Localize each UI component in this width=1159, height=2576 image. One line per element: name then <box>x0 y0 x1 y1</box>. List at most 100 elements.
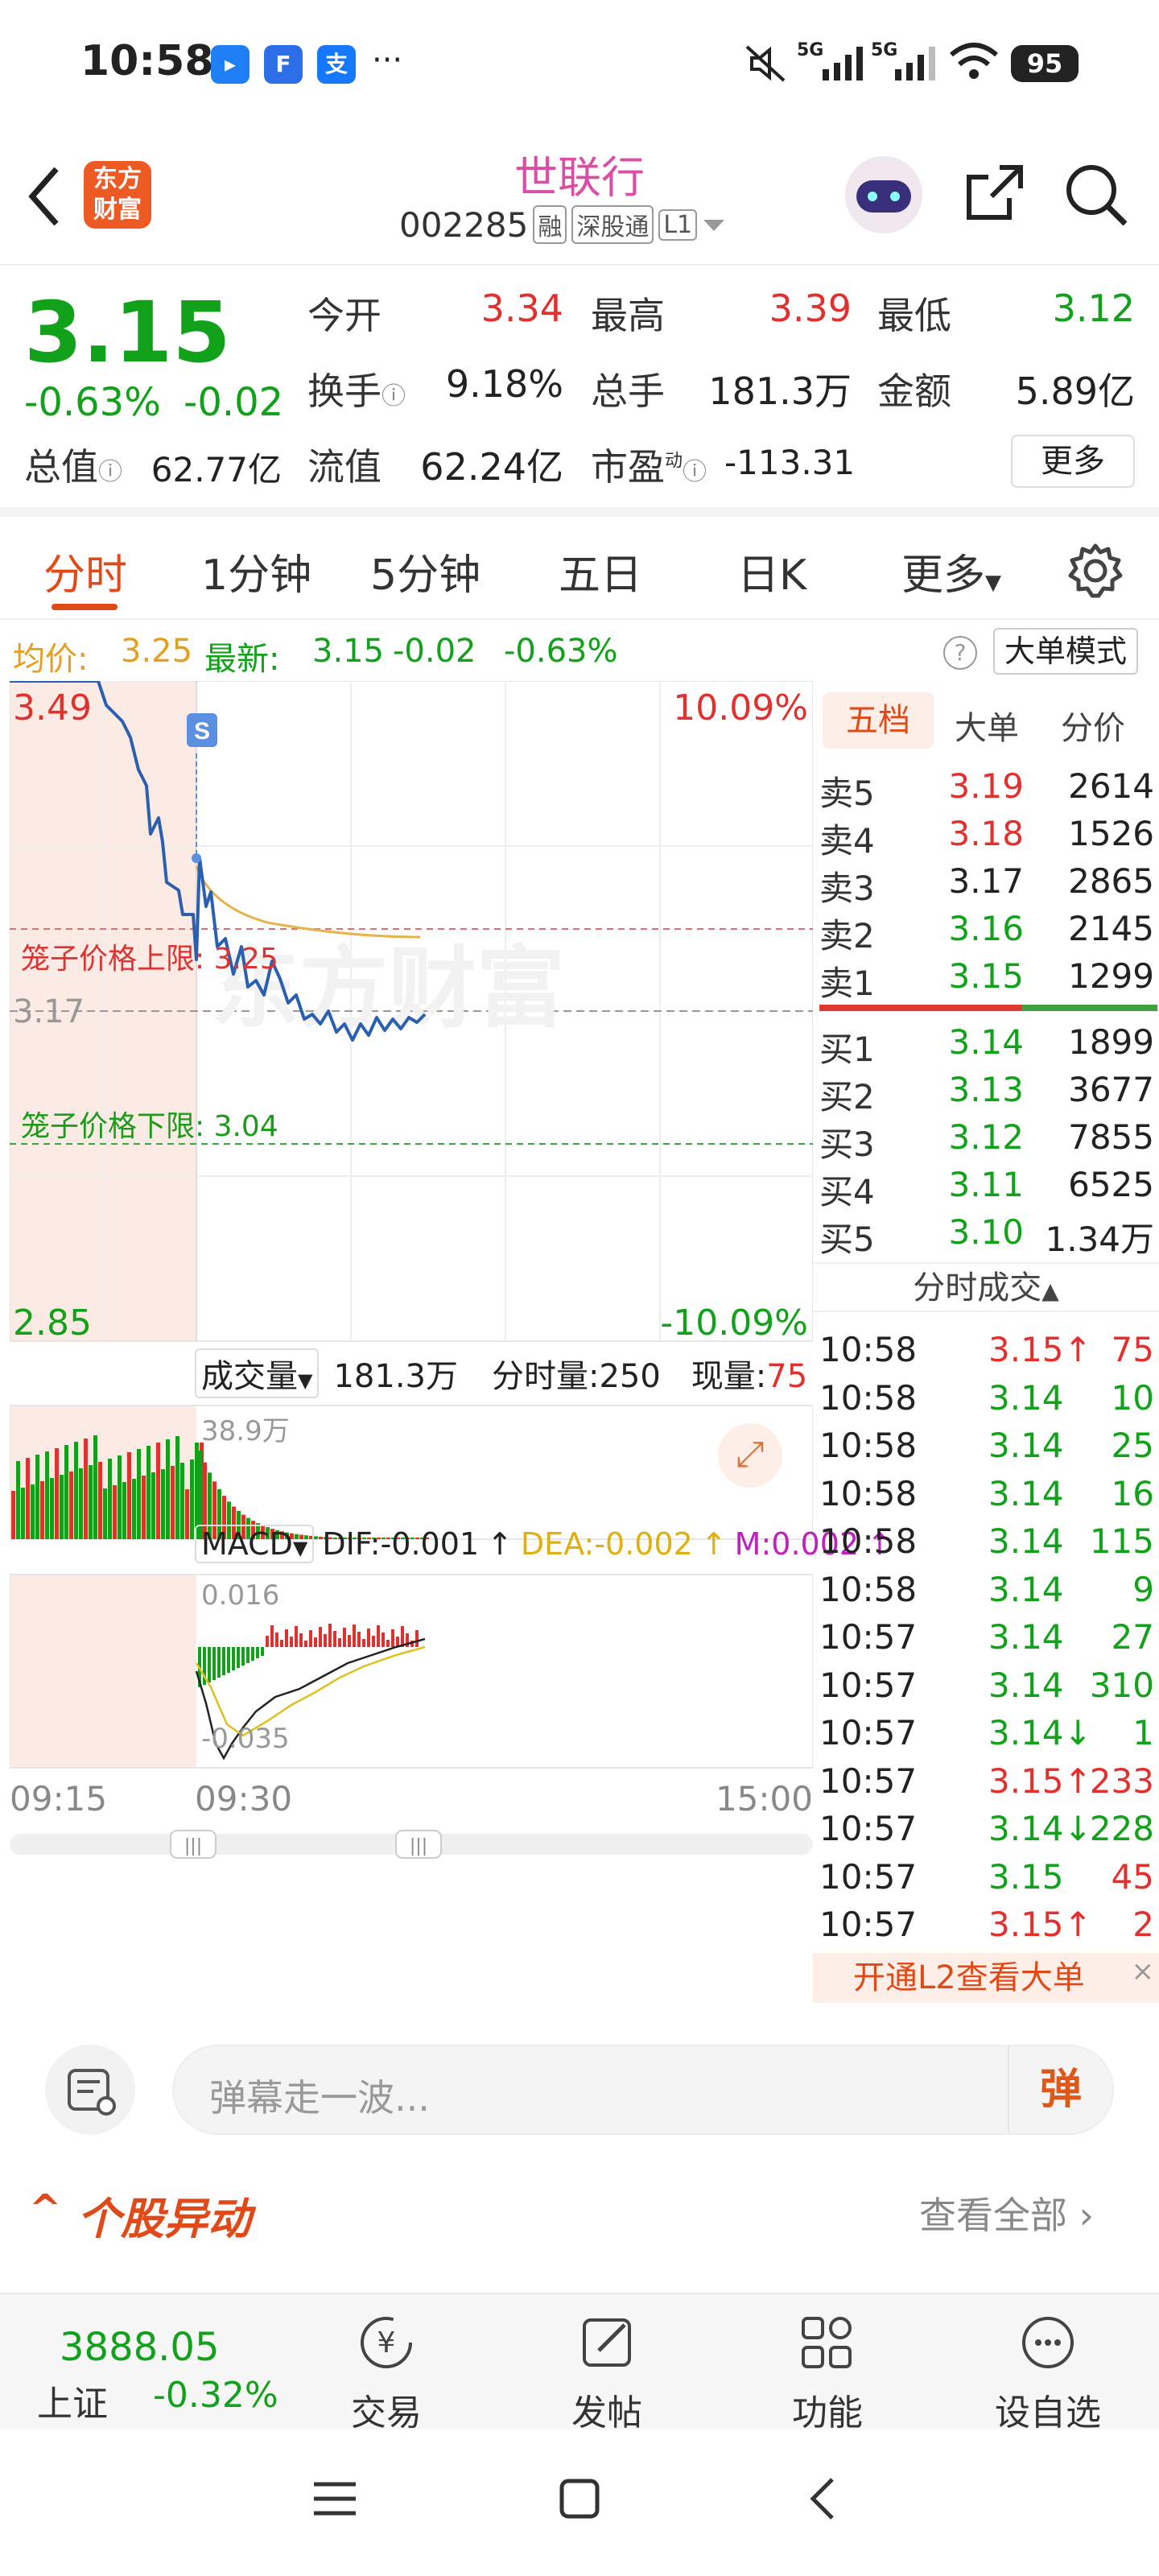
share-icon[interactable] <box>963 161 1027 225</box>
upper-cage-label: 笼子价格上限: 3.25 <box>21 943 278 976</box>
ask-level-row: 卖1 3.15 1299 <box>819 952 1157 1003</box>
tick-time: 10:57 <box>819 1617 918 1657</box>
eastmoney-logo[interactable]: 东方 财富 <box>84 161 151 229</box>
level-price: 3.15 <box>948 956 1024 996</box>
l2-upgrade-banner[interactable]: 开通L2查看大单 × <box>813 1953 1159 2003</box>
level-volume: 3677 <box>1068 1070 1154 1109</box>
stock-code-row[interactable]: 002285 融 深股通 L1 <box>399 204 726 245</box>
macd-bar <box>256 1647 259 1658</box>
more-notifications: ··· <box>372 42 403 79</box>
tab-5min[interactable]: 5分钟 <box>370 541 481 601</box>
menu-icon[interactable] <box>311 2475 359 2523</box>
back-icon[interactable] <box>800 2475 848 2523</box>
stock-header: 东方 财富 世联行 002285 融 深股通 L1 <box>0 129 1159 266</box>
view-all-text: 查看全部 <box>919 2194 1067 2237</box>
volume-bar <box>79 1468 83 1539</box>
macd-bar <box>251 1647 254 1661</box>
tab-more[interactable]: 更多▼ <box>901 541 1001 601</box>
high-value: 3.39 <box>769 287 852 330</box>
wifi-icon <box>950 43 998 79</box>
macd-bar <box>222 1647 225 1675</box>
search-icon[interactable] <box>1062 161 1130 229</box>
danmaku-placeholder: 弹幕走一波... <box>209 2076 430 2120</box>
volume-bar <box>166 1439 170 1539</box>
tick-volume: 9 <box>1132 1569 1154 1609</box>
level-volume: 2614 <box>1068 766 1154 806</box>
macd-indicator-select[interactable]: MACD▼ <box>195 1525 315 1563</box>
open-label: 今开 <box>307 294 382 337</box>
tick-row: 10:57 3.15↑ 233 <box>819 1757 1157 1805</box>
volume-bar <box>55 1448 59 1539</box>
macd-bar <box>270 1625 274 1647</box>
volume-bar <box>31 1484 35 1539</box>
change-amount: -0.02 <box>184 380 284 425</box>
float-label: 流值 <box>307 445 382 489</box>
tick-price: 3.14↓ <box>988 1809 1092 1848</box>
close-icon[interactable]: × <box>1132 1946 1155 1996</box>
home-icon[interactable] <box>555 2475 604 2523</box>
more-button[interactable]: 更多 <box>1011 435 1135 488</box>
nav-functions[interactable]: 功能 <box>755 2310 900 2435</box>
expand-icon[interactable]: ⤢ <box>718 1423 782 1488</box>
view-all-link[interactable]: 查看全部 › <box>919 2186 1094 2240</box>
battery-indicator: 95 <box>1011 45 1079 82</box>
settings-gear-icon[interactable] <box>1066 541 1125 601</box>
help-icon[interactable]: ? <box>943 636 977 670</box>
svg-text:|||: ||| <box>184 1836 202 1856</box>
volume-bar <box>185 1489 189 1539</box>
signal-badge-text: S <box>194 718 210 745</box>
current-price: 3.15 <box>24 283 231 382</box>
nav-add-watchlist-label: 设自选 <box>995 2392 1101 2434</box>
volume-bar <box>118 1455 122 1539</box>
volume-bar <box>93 1435 97 1539</box>
tick-time: 10:57 <box>819 1713 918 1752</box>
nav-trade[interactable]: ¥ 交易 <box>314 2310 459 2435</box>
volume-value: 181.3万 <box>708 369 852 413</box>
macd-bar <box>304 1641 307 1647</box>
mktcap-label[interactable]: 总值ⓘ <box>24 438 122 491</box>
logo-line-1: 东方 <box>93 165 142 193</box>
ask-level-row: 卖4 3.18 1526 <box>819 809 1157 861</box>
ticks-header[interactable]: 分时成交▲ <box>813 1262 1159 1312</box>
level-volume: 1.34万 <box>1045 1220 1154 1259</box>
tab-price-dist[interactable]: 分价 <box>1061 702 1125 749</box>
latest-value: 3.15 <box>312 633 385 670</box>
tab-5day[interactable]: 五日 <box>559 541 642 601</box>
big-order-mode-button[interactable]: 大单模式 <box>993 628 1139 675</box>
macd-header: MACD▼ DIF:-0.001 ↑ DEA:-0.002 ↑ M:0.002 ↑ <box>195 1520 893 1568</box>
pe-label[interactable]: 市盈动ⓘ <box>591 438 707 491</box>
index-ticker[interactable]: 3888.05 上证 -0.32% <box>24 2294 290 2429</box>
bottom-navigation: 3888.05 上证 -0.32% ¥ 交易 发帖 功能 设自选 <box>0 2293 1159 2434</box>
level-volume: 2865 <box>1068 861 1154 901</box>
turnover-label[interactable]: 换手ⓘ <box>307 362 406 415</box>
danmaku-input[interactable]: 弹幕走一波... 弹 <box>172 2045 1114 2135</box>
back-arrow-icon[interactable] <box>24 164 64 229</box>
intraday-chart[interactable]: 东方财富 S ||| ||| 3.49 10.09% 3.17 2.85 -10… <box>10 681 893 1985</box>
send-danmaku-button[interactable]: 弹 <box>1008 2046 1112 2133</box>
l2-banner-text: 开通L2查看大单 <box>853 1959 1085 1996</box>
macd-bar <box>348 1635 351 1647</box>
danmaku-settings-icon[interactable] <box>45 2045 135 2135</box>
danmaku-bar: 弹幕走一波... 弹 <box>0 2013 1159 2174</box>
signal-icon-2 <box>895 47 935 80</box>
macd-bar <box>319 1627 322 1647</box>
macd-bar <box>328 1624 332 1647</box>
macd-bar <box>338 1638 341 1647</box>
level-price: 3.18 <box>948 814 1024 853</box>
stock-name: 世联行 <box>514 152 645 203</box>
nav-post[interactable]: 发帖 <box>534 2310 679 2435</box>
tab-big-orders[interactable]: 大单 <box>955 702 1019 749</box>
level-label: 卖1 <box>819 964 875 1003</box>
macd-bar <box>362 1639 365 1647</box>
tab-timeshare[interactable]: 分时 <box>43 541 127 601</box>
volume-bar <box>103 1488 107 1539</box>
tab-five-levels[interactable]: 五档 <box>823 692 934 749</box>
macd-bar <box>391 1629 394 1647</box>
ai-assistant-icon[interactable] <box>845 156 922 233</box>
nav-add-watchlist[interactable]: 设自选 <box>975 2310 1120 2435</box>
tab-1min[interactable]: 1分钟 <box>201 541 311 601</box>
current-volume: 现量:75 <box>691 1350 807 1397</box>
volume-indicator-select[interactable]: 成交量▼ <box>195 1348 320 1398</box>
tab-daily-k[interactable]: 日K <box>737 541 806 601</box>
chevron-up-icon[interactable]: ^ <box>29 2186 61 2231</box>
